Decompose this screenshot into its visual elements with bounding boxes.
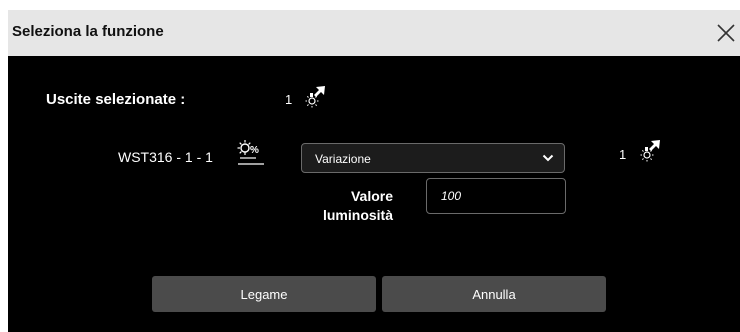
- chevron-down-icon: [542, 154, 554, 162]
- brightness-label-line1: Valore: [350, 188, 393, 204]
- selected-outputs-count: 1: [285, 92, 293, 107]
- svg-text:%: %: [250, 145, 259, 156]
- close-icon[interactable]: [716, 23, 736, 43]
- function-select[interactable]: Variazione: [301, 143, 565, 173]
- brightness-input[interactable]: [426, 178, 566, 214]
- dialog-titlebar: Seleziona la funzione: [8, 10, 740, 56]
- device-output-count: 1: [619, 147, 627, 162]
- function-select-value: Variazione: [315, 152, 371, 166]
- dialog-title: Seleziona la funzione: [12, 23, 164, 40]
- cancel-button[interactable]: Annulla: [382, 276, 606, 312]
- dialog-content: Uscite selezionate : 1 WST316 - 1 - 1 % …: [8, 56, 740, 332]
- brightness-label-line2: luminosità: [322, 207, 393, 223]
- device-name: WST316 - 1 - 1: [118, 149, 213, 165]
- select-function-dialog: Seleziona la funzione Uscite selezionate…: [8, 10, 740, 332]
- brightness-label: Valore luminosità: [298, 187, 393, 225]
- link-button[interactable]: Legame: [152, 276, 376, 312]
- light-output-icon: [640, 140, 660, 162]
- dimmer-percent-icon: %: [237, 140, 264, 165]
- selected-outputs-label: Uscite selezionate :: [46, 91, 186, 108]
- light-output-icon: [305, 86, 325, 108]
